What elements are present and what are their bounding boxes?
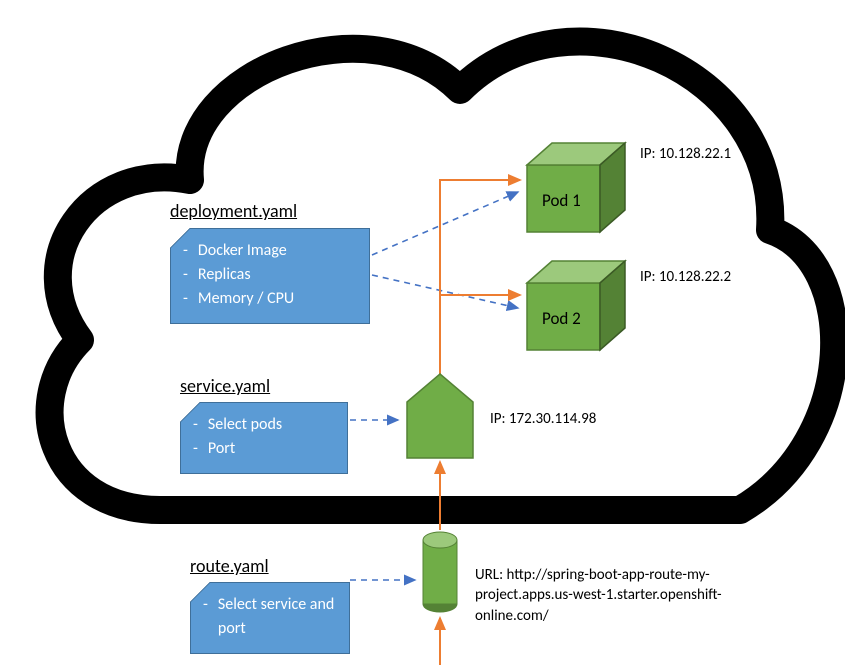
service-item: -Port — [193, 437, 335, 461]
deployment-item: -Docker Image — [183, 239, 357, 263]
pod2-ip-label: IP: 10.128.22.2 — [640, 268, 731, 286]
route-yaml-box: -Select service and port — [190, 582, 350, 654]
route-item-text: Select service and port — [218, 593, 337, 641]
service-yaml-box: -Select pods -Port — [180, 402, 348, 474]
deployment-item-text: Replicas — [198, 263, 251, 287]
pod1-cube-icon — [522, 140, 632, 235]
service-shape-icon — [405, 372, 475, 460]
deployment-yaml-label: deployment.yaml — [170, 200, 297, 222]
deployment-item: -Replicas — [183, 263, 357, 287]
route-cylinder-icon — [421, 530, 459, 614]
deployment-yaml-box: -Docker Image -Replicas -Memory / CPU — [170, 228, 370, 324]
deployment-item: -Memory / CPU — [183, 287, 357, 311]
deployment-item-text: Memory / CPU — [198, 287, 294, 311]
route-url-label: URL: http://spring-boot-app-route-my-pro… — [475, 565, 795, 626]
service-item: -Select pods — [193, 413, 335, 437]
deployment-item-text: Docker Image — [198, 239, 287, 263]
service-item-text: Select pods — [208, 413, 282, 437]
route-yaml-label: route.yaml — [190, 555, 269, 577]
service-ip-label: IP: 172.30.114.98 — [490, 410, 596, 428]
diagram-stage: deployment.yaml -Docker Image -Replicas … — [0, 0, 855, 670]
service-yaml-label: service.yaml — [180, 375, 270, 397]
pod1-ip-label: IP: 10.128.22.1 — [640, 145, 731, 163]
service-item-text: Port — [208, 437, 235, 461]
route-item: -Select service and port — [203, 593, 337, 641]
pod2-cube-icon — [522, 258, 632, 353]
